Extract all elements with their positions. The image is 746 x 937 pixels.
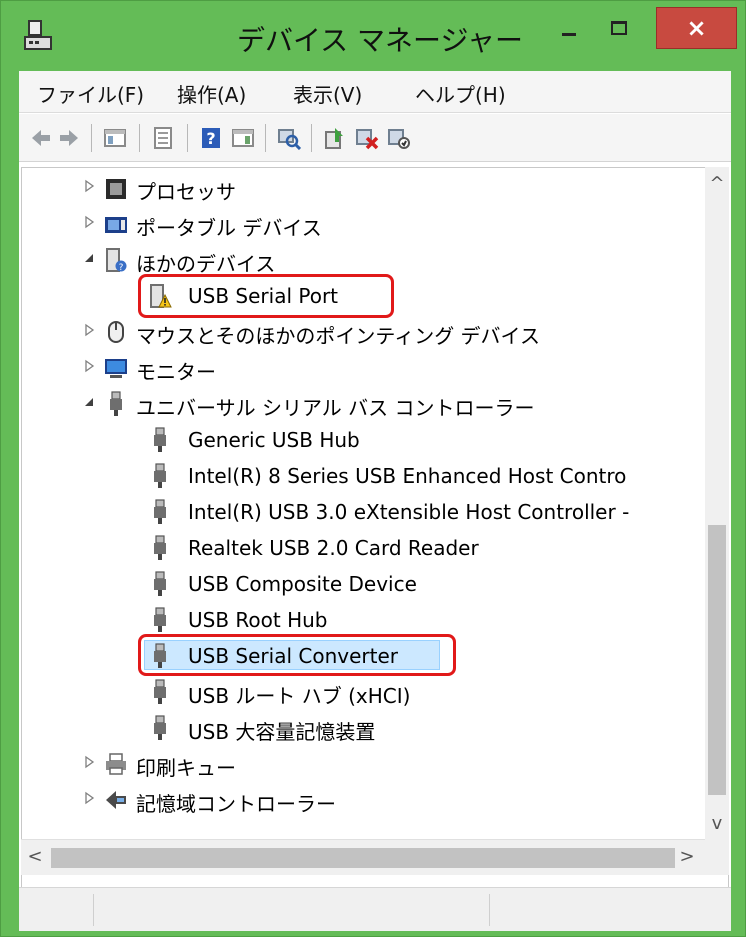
- usb-plug-icon: [154, 715, 166, 740]
- tree-item-label: ユニバーサル シリアル バス コントローラー: [136, 396, 535, 420]
- vertical-scrollbar[interactable]: ^ v: [705, 167, 729, 839]
- expand-arrow-icon[interactable]: [82, 359, 96, 373]
- usb-plug-icon: [154, 679, 166, 704]
- device-manager-window: デバイス マネージャー × ファイル(F) 操作(A) 表示(V) ヘルプ(H): [0, 0, 746, 937]
- tree-item-label: マウスとそのほかのポインティング デバイス: [136, 324, 540, 348]
- show-hide-console-tree-icon[interactable]: [103, 126, 127, 150]
- tree-item-label: USB Root Hub: [188, 608, 328, 632]
- tree-item-label: モニター: [136, 360, 216, 384]
- tree-item-label: 記憶域コントローラー: [136, 792, 336, 816]
- scan-hardware-icon[interactable]: [277, 126, 301, 150]
- usb-plug-icon: [110, 391, 122, 416]
- collapse-arrow-icon[interactable]: [82, 395, 96, 409]
- menu-view[interactable]: 表示(V): [293, 79, 362, 108]
- svg-text:?: ?: [206, 129, 215, 148]
- horizontal-scrollbar[interactable]: < >: [21, 839, 705, 875]
- menu-bar: ファイル(F) 操作(A) 表示(V) ヘルプ(H): [19, 71, 731, 113]
- disable-device-icon[interactable]: [387, 126, 411, 150]
- action-pane-icon[interactable]: [231, 126, 255, 150]
- horizontal-scroll-thumb[interactable]: [51, 848, 675, 868]
- unknown-device-icon: ?: [106, 248, 127, 273]
- expand-arrow-icon[interactable]: [82, 323, 96, 337]
- tree-item-label: Intel(R) USB 3.0 eXtensible Host Control…: [188, 500, 630, 524]
- forward-icon[interactable]: [57, 126, 81, 150]
- usb-plug-icon: [154, 463, 166, 488]
- usb-plug-icon: [154, 427, 166, 452]
- toolbar-separator: [91, 124, 92, 152]
- menu-help[interactable]: ヘルプ(H): [415, 79, 506, 108]
- tree-item-label: Generic USB Hub: [188, 428, 360, 452]
- expand-arrow-icon[interactable]: [82, 755, 96, 769]
- usb-plug-icon: [154, 571, 166, 596]
- processor-icon: [106, 179, 126, 199]
- toolbar-separator: [311, 124, 312, 152]
- printer-icon: [106, 753, 126, 775]
- tree-item-label: ポータブル デバイス: [136, 216, 322, 240]
- toolbar-separator: [265, 124, 266, 152]
- help-icon[interactable]: ?: [199, 126, 223, 150]
- tree-item-label: USB Composite Device: [188, 572, 417, 596]
- menu-file[interactable]: ファイル(F): [37, 79, 144, 108]
- uninstall-device-icon[interactable]: [355, 126, 379, 150]
- status-separator: [489, 894, 490, 926]
- tree-item-label: ほかのデバイス: [136, 252, 276, 276]
- title-bar[interactable]: デバイス マネージャー ×: [1, 1, 745, 73]
- tree-item-label: 印刷キュー: [136, 756, 236, 780]
- update-driver-icon[interactable]: [323, 126, 347, 150]
- tree-item-label: Realtek USB 2.0 Card Reader: [188, 536, 479, 560]
- client-area: ファイル(F) 操作(A) 表示(V) ヘルプ(H) ? プロセッサ ポータブル…: [19, 71, 731, 931]
- toolbar-separator: [187, 124, 188, 152]
- red-highlight-box: [138, 634, 456, 676]
- toolbar: ?: [19, 114, 731, 162]
- minimize-icon: [562, 33, 576, 36]
- maximize-button[interactable]: [597, 9, 643, 53]
- properties-icon[interactable]: [151, 126, 175, 150]
- storage-controller-icon: [106, 791, 126, 809]
- svg-text:?: ?: [119, 263, 124, 273]
- minimize-button[interactable]: [547, 9, 593, 53]
- portable-device-icon: [105, 217, 127, 233]
- usb-plug-icon: [154, 607, 166, 632]
- tree-item-label: USB ルート ハブ (xHCI): [188, 684, 411, 708]
- status-separator: [93, 894, 94, 926]
- scrollbar-corner: [705, 839, 729, 875]
- maximize-icon: [611, 21, 627, 35]
- toolbar-separator: [139, 124, 140, 152]
- tree-item-label: USB 大容量記憶装置: [188, 720, 376, 744]
- tree-item-label: Intel(R) 8 Series USB Enhanced Host Cont…: [188, 464, 627, 488]
- collapse-arrow-icon[interactable]: [82, 251, 96, 265]
- usb-plug-icon: [154, 499, 166, 524]
- monitor-icon: [105, 359, 127, 378]
- mouse-icon: [108, 321, 124, 343]
- expand-arrow-icon[interactable]: [82, 215, 96, 229]
- usb-plug-icon: [154, 535, 166, 560]
- expand-arrow-icon[interactable]: [82, 179, 96, 193]
- vertical-scroll-thumb[interactable]: [708, 525, 726, 795]
- scroll-right-icon[interactable]: >: [675, 846, 699, 867]
- expand-arrow-icon[interactable]: [82, 791, 96, 805]
- menu-action[interactable]: 操作(A): [177, 79, 246, 108]
- device-tree[interactable]: プロセッサ ポータブル デバイス ? ほかのデバイス USB Serial Po…: [21, 167, 729, 907]
- red-highlight-box: [138, 274, 394, 318]
- scroll-up-icon[interactable]: ^: [705, 173, 729, 194]
- back-icon[interactable]: [29, 126, 53, 150]
- scroll-left-icon[interactable]: <: [23, 846, 47, 867]
- scroll-down-icon[interactable]: v: [705, 813, 729, 834]
- tree-item-label: プロセッサ: [136, 180, 236, 204]
- status-bar: [19, 887, 731, 931]
- close-button[interactable]: ×: [656, 7, 737, 49]
